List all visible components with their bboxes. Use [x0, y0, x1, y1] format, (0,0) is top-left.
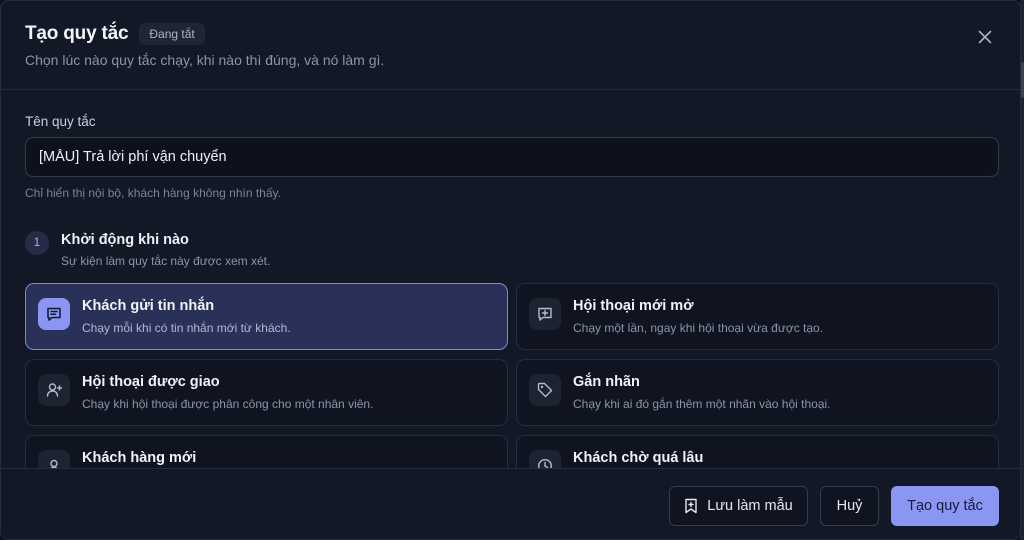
step-title: Khởi động khi nào	[61, 232, 189, 248]
trigger-title: Khách gửi tin nhắn	[82, 298, 215, 314]
rule-name-input[interactable]	[25, 137, 999, 177]
trigger-description: Chạy khi ai đó gắn thêm một nhãn vào hội…	[573, 397, 831, 411]
dialog-body: Tên quy tắc Chỉ hiển thị nội bộ, khách h…	[1, 91, 1020, 468]
step-number: 1	[25, 231, 49, 255]
trigger-icon-box	[38, 374, 70, 406]
dialog-title: Tạo quy tắc	[25, 23, 129, 44]
trigger-icon-box	[529, 374, 561, 406]
trigger-title: Hội thoại mới mở	[573, 298, 694, 314]
rule-name-help: Chỉ hiển thị nội bộ, khách hàng không nh…	[25, 186, 281, 200]
trigger-description: Chạy mỗi khi có tin nhắn mới từ khách.	[82, 321, 291, 335]
save-as-template-button[interactable]: Lưu làm mẫu	[669, 486, 808, 526]
create-rule-dialog: Tạo quy tắc Đang tắt Chọn lúc nào quy tắ…	[0, 0, 1021, 540]
message-icon	[47, 307, 61, 321]
trigger-card-label-added[interactable]: Gắn nhãn Chạy khi ai đó gắn thêm một nhã…	[516, 359, 999, 426]
dialog-header: Tạo quy tắc Đang tắt Chọn lúc nào quy tắ…	[1, 1, 1020, 90]
create-rule-label: Tạo quy tắc	[907, 498, 983, 514]
trigger-title: Hội thoại được giao	[82, 374, 220, 390]
trigger-card-conversation-assigned[interactable]: Hội thoại được giao Chạy khi hội thoại đ…	[25, 359, 508, 426]
dialog-footer: Lưu làm mẫu Huỷ Tạo quy tắc	[1, 468, 1020, 539]
trigger-card-customer-message[interactable]: Khách gửi tin nhắn Chạy mỗi khi có tin n…	[25, 283, 508, 350]
trigger-icon-box	[529, 450, 561, 468]
trigger-description: Chạy một lần, ngay khi hội thoại vừa đượ…	[573, 321, 824, 335]
tag-icon	[537, 382, 553, 398]
cancel-button[interactable]: Huỷ	[820, 486, 879, 526]
trigger-card-customer-waiting[interactable]: Khách chờ quá lâu	[516, 435, 999, 468]
trigger-icon-box	[38, 450, 70, 468]
trigger-card-new-customer[interactable]: Khách hàng mới	[25, 435, 508, 468]
user-icon	[50, 459, 58, 468]
dialog-subtitle: Chọn lúc nào quy tắc chạy, khi nào thì đ…	[25, 52, 385, 68]
close-icon	[978, 30, 992, 44]
title-row: Tạo quy tắc Đang tắt	[25, 23, 205, 45]
clock-icon	[538, 459, 552, 468]
user-plus-icon	[46, 383, 63, 397]
close-button[interactable]	[974, 26, 996, 48]
trigger-title: Khách hàng mới	[82, 450, 197, 466]
create-rule-button[interactable]: Tạo quy tắc	[891, 486, 999, 526]
cancel-label: Huỷ	[836, 498, 863, 514]
trigger-title: Khách chờ quá lâu	[573, 450, 704, 466]
bookmark-plus-icon	[685, 498, 697, 514]
rule-name-label: Tên quy tắc	[25, 114, 96, 129]
trigger-icon-box	[38, 298, 70, 330]
trigger-description: Chạy khi hội thoại được phân công cho mộ…	[82, 397, 374, 411]
status-badge: Đang tắt	[139, 23, 205, 45]
trigger-card-new-conversation[interactable]: Hội thoại mới mở Chạy một lần, ngay khi …	[516, 283, 999, 350]
step-description: Sự kiện làm quy tắc này được xem xét.	[61, 254, 271, 268]
message-plus-icon	[538, 307, 552, 321]
save-as-template-label: Lưu làm mẫu	[707, 498, 793, 514]
trigger-title: Gắn nhãn	[573, 374, 640, 390]
trigger-icon-box	[529, 298, 561, 330]
